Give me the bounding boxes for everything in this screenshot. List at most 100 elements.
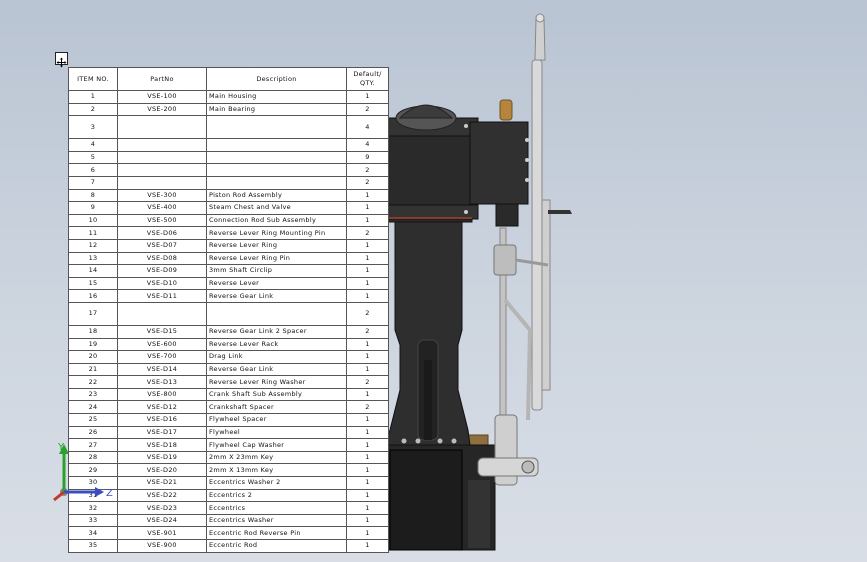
bom-row[interactable]: 24 VSE-D12 Crankshaft Spacer 2 <box>68 400 389 415</box>
bom-row[interactable]: 8 VSE-300 Piston Rod Assembly 1 <box>68 188 389 203</box>
header-item-no: ITEM NO. <box>68 67 118 91</box>
bom-qty: 4 <box>346 115 389 140</box>
bom-row[interactable]: 9 VSE-400 Steam Chest and Valve 1 <box>68 201 389 215</box>
bom-item-no: 5 <box>68 150 118 165</box>
bom-item-no: 35 <box>68 539 118 553</box>
bom-item-no: 16 <box>68 289 118 303</box>
bom-item-no: 15 <box>68 276 118 291</box>
bom-part-no: VSE-D11 <box>117 289 207 303</box>
bom-qty: 1 <box>346 289 389 303</box>
coordinate-triad: Y Z <box>53 442 113 502</box>
steam-chest <box>469 121 529 205</box>
bom-qty: 1 <box>346 264 389 278</box>
bom-row[interactable]: 15 VSE-D10 Reverse Lever 1 <box>68 276 389 291</box>
bom-row[interactable]: 26 VSE-D17 Flywheel 1 <box>68 425 389 440</box>
bom-description: 3mm Shaft Circlip <box>206 264 347 278</box>
triad-y-label: Y <box>57 442 65 453</box>
bom-qty: 1 <box>346 463 389 478</box>
bom-row[interactable]: 10 VSE-500 Connection Rod Sub Assembly 1 <box>68 213 389 228</box>
bom-row[interactable]: 34 VSE-901 Eccentric Rod Reverse Pin 1 <box>68 526 389 540</box>
table-move-handle-icon[interactable] <box>55 52 68 68</box>
bom-part-no: VSE-D24 <box>117 513 207 528</box>
bom-description: Steam Chest and Valve <box>206 201 347 215</box>
bom-item-no: 9 <box>68 201 118 215</box>
bom-row[interactable]: 14 VSE-D09 3mm Shaft Circlip 1 <box>68 264 389 278</box>
bom-description: Piston Rod Assembly <box>206 188 347 203</box>
bom-row[interactable]: 19 VSE-600 Reverse Lever Rack 1 <box>68 337 389 352</box>
bom-item-no: 2 <box>68 102 118 117</box>
bom-item-no: 14 <box>68 264 118 278</box>
bom-part-no: VSE-100 <box>117 90 207 104</box>
bom-row[interactable]: 1 VSE-100 Main Housing 1 <box>68 90 389 104</box>
bom-row[interactable]: 62 <box>68 163 389 177</box>
bom-qty: 1 <box>346 513 389 528</box>
bom-row[interactable]: 22 VSE-D13 Reverse Lever Ring Washer 2 <box>68 375 389 389</box>
bom-part-no: VSE-600 <box>117 337 207 352</box>
bom-part-no: VSE-D07 <box>117 238 207 253</box>
bom-qty: 1 <box>346 213 389 228</box>
bom-row[interactable]: 13 VSE-D08 Reverse Lever Ring Pin 1 <box>68 251 389 266</box>
bom-row[interactable]: 20 VSE-700 Drag Link 1 <box>68 350 389 364</box>
bom-part-no <box>117 163 207 177</box>
bom-part-no: VSE-D14 <box>117 362 207 377</box>
bom-qty: 1 <box>346 450 389 465</box>
bom-row[interactable]: 18 VSE-D15 Reverse Gear Link 2 Spacer 2 <box>68 324 389 339</box>
bom-description: Eccentric Rod Reverse Pin <box>206 526 347 540</box>
bom-description: Reverse Lever Ring Washer <box>206 375 347 389</box>
bom-qty: 1 <box>346 201 389 215</box>
bom-part-no: VSE-D23 <box>117 501 207 515</box>
bom-part-no: VSE-D10 <box>117 276 207 291</box>
bom-qty: 2 <box>346 102 389 117</box>
bom-row[interactable]: 72 <box>68 175 389 190</box>
bom-row[interactable]: 59 <box>68 150 389 165</box>
bom-row[interactable]: 33 VSE-D24 Eccentrics Washer 1 <box>68 513 389 528</box>
bom-row[interactable]: 17 2 <box>68 301 389 326</box>
bom-description <box>206 301 347 326</box>
bom-qty: 2 <box>346 226 389 240</box>
triad-z-label: Z <box>106 488 113 499</box>
bom-description: Crankshaft Spacer <box>206 400 347 415</box>
bom-row[interactable]: 21 VSE-D14 Reverse Gear Link 1 <box>68 362 389 377</box>
bom-description <box>206 175 347 190</box>
bom-qty: 1 <box>346 276 389 291</box>
bom-part-no: VSE-500 <box>117 213 207 228</box>
bom-row[interactable]: 23 VSE-800 Crank Shaft Sub Assembly 1 <box>68 387 389 402</box>
bom-row[interactable]: 2 VSE-200 Main Bearing 2 <box>68 102 389 117</box>
bom-row[interactable]: 25 VSE-D16 Flywheel Spacer 1 <box>68 413 389 427</box>
bom-qty: 2 <box>346 163 389 177</box>
bom-item-no: 17 <box>68 301 118 326</box>
bom-qty: 1 <box>346 501 389 515</box>
bom-row[interactable]: 34 <box>68 115 389 140</box>
header-qty: Default/ QTY. <box>346 67 389 91</box>
bom-part-no: VSE-400 <box>117 201 207 215</box>
bom-part-no: VSE-D13 <box>117 375 207 389</box>
bom-part-no: VSE-D16 <box>117 413 207 427</box>
bom-description: Reverse Lever Rack <box>206 337 347 352</box>
bom-part-no: VSE-300 <box>117 188 207 203</box>
bom-description: Eccentrics <box>206 501 347 515</box>
bom-row[interactable]: 44 <box>68 138 389 152</box>
header-description: Description <box>206 67 347 91</box>
bom-qty: 1 <box>346 413 389 427</box>
bom-qty: 2 <box>346 324 389 339</box>
bom-row[interactable]: 11 VSE-D06 Reverse Lever Ring Mounting Pin… <box>68 226 389 240</box>
bom-item-no: 24 <box>68 400 118 415</box>
bom-row[interactable]: 12 VSE-D07 Reverse Lever Ring 1 <box>68 238 389 253</box>
bom-part-no: VSE-D06 <box>117 226 207 240</box>
bom-item-no: 1 <box>68 90 118 104</box>
bom-part-no: VSE-D17 <box>117 425 207 440</box>
bom-part-no: VSE-200 <box>117 102 207 117</box>
bom-description: Main Bearing <box>206 102 347 117</box>
bom-part-no: VSE-D12 <box>117 400 207 415</box>
bom-row[interactable]: 35 VSE-900 Eccentric Rod 1 <box>68 539 389 553</box>
bom-part-no: VSE-D20 <box>117 463 207 478</box>
bom-qty: 1 <box>346 476 389 490</box>
reverse-lever[interactable] <box>531 59 543 411</box>
bom-row[interactable]: 16 VSE-D11 Reverse Gear Link 1 <box>68 289 389 303</box>
bom-qty: 2 <box>346 400 389 415</box>
bom-description: Reverse Gear Link <box>206 362 347 377</box>
bom-qty: 2 <box>346 175 389 190</box>
bom-qty: 1 <box>346 337 389 352</box>
bom-item-no: 23 <box>68 387 118 402</box>
bom-description: Flywheel <box>206 425 347 440</box>
